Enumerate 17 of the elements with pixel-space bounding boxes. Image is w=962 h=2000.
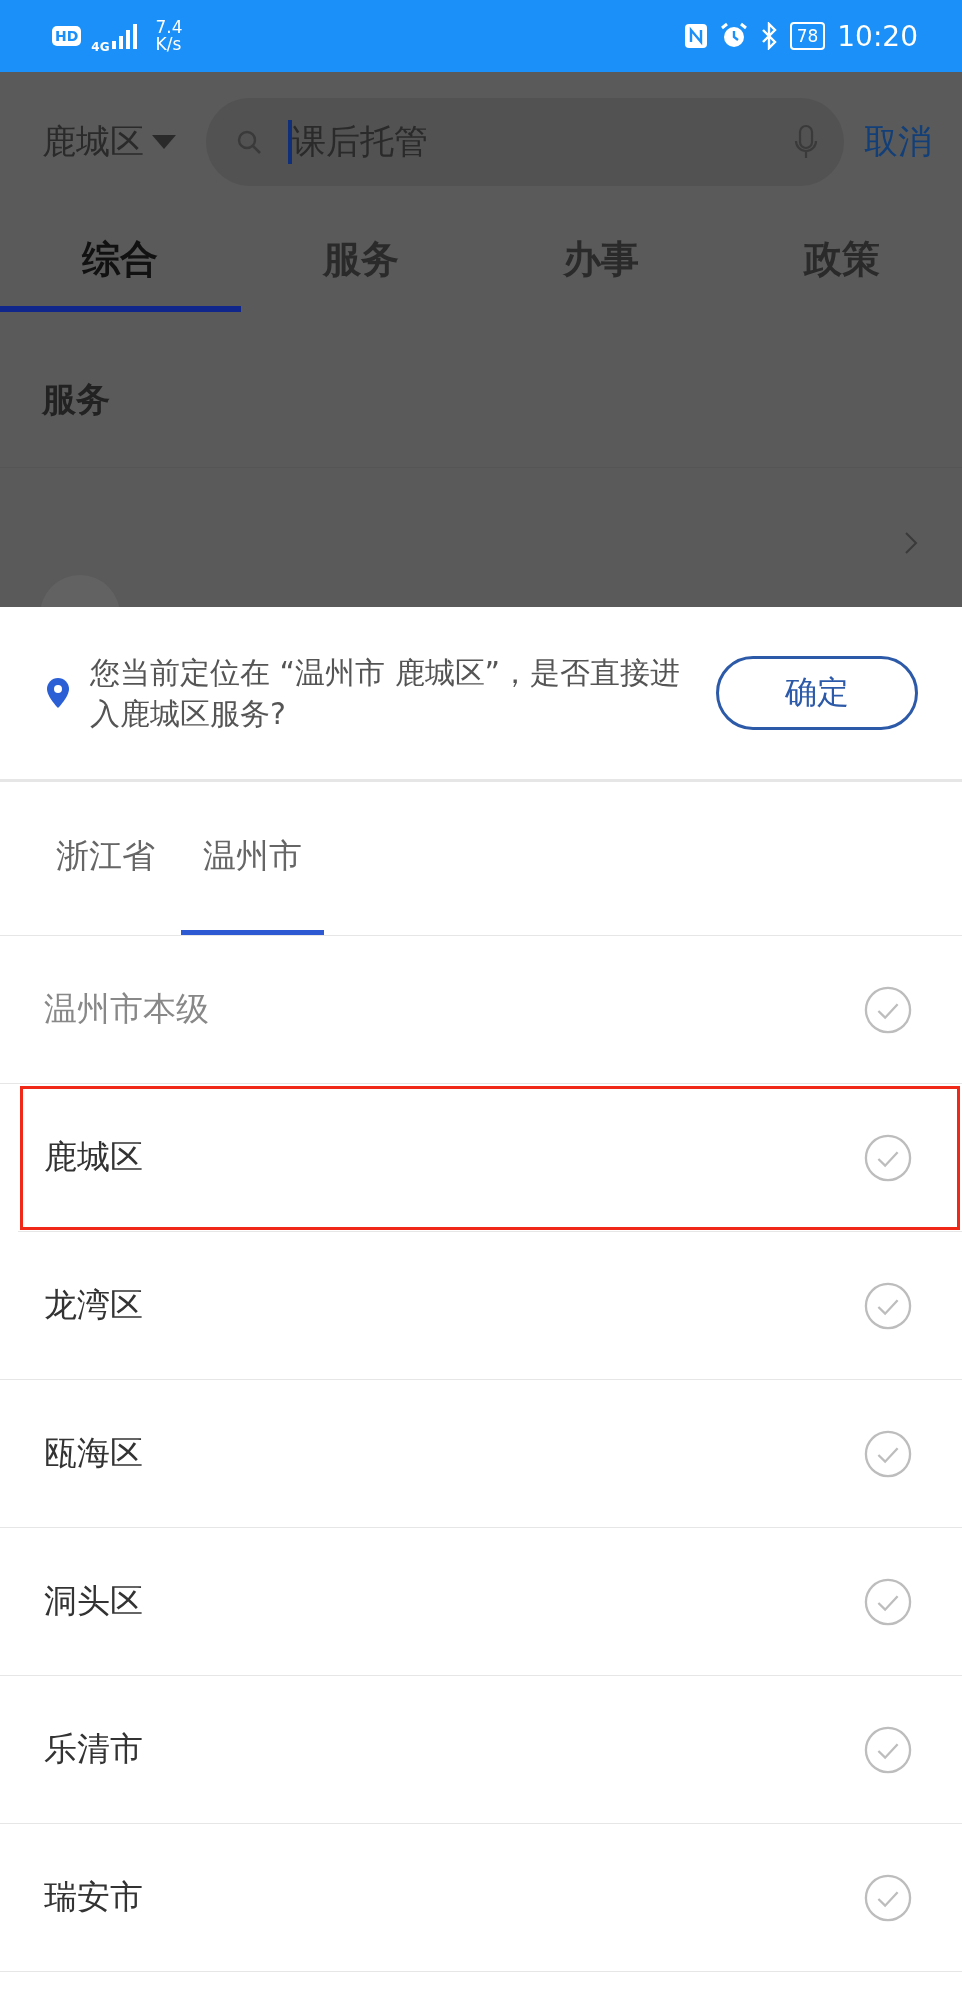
district-item[interactable]: 洞头区 xyxy=(0,1528,962,1676)
clock: 10:20 xyxy=(837,19,918,53)
district-item[interactable]: 瓯海区 xyxy=(0,1380,962,1528)
network-type: 4G xyxy=(91,40,110,54)
hd-badge: HD xyxy=(52,26,82,46)
battery-level: 78 xyxy=(796,26,819,46)
district-item[interactable]: 乐清市 xyxy=(0,1676,962,1824)
district-item[interactable]: 龙湾区 xyxy=(0,1232,962,1380)
section-title: 服务 xyxy=(0,312,962,468)
level-tab[interactable]: 浙江省 xyxy=(34,782,177,935)
district-item[interactable]: 鹿城区 xyxy=(18,1084,962,1232)
network-speed: 7.4 xyxy=(155,19,183,36)
district-item[interactable]: 瑞安市 xyxy=(0,1824,962,1972)
level-tab[interactable]: 温州市 xyxy=(181,782,324,935)
network-unit: K/s xyxy=(155,36,183,53)
confirm-button[interactable]: 确定 xyxy=(716,656,918,730)
location-message: 您当前定位在 “温州市 鹿城区”，是否直接进入鹿城区服务? xyxy=(90,654,682,733)
